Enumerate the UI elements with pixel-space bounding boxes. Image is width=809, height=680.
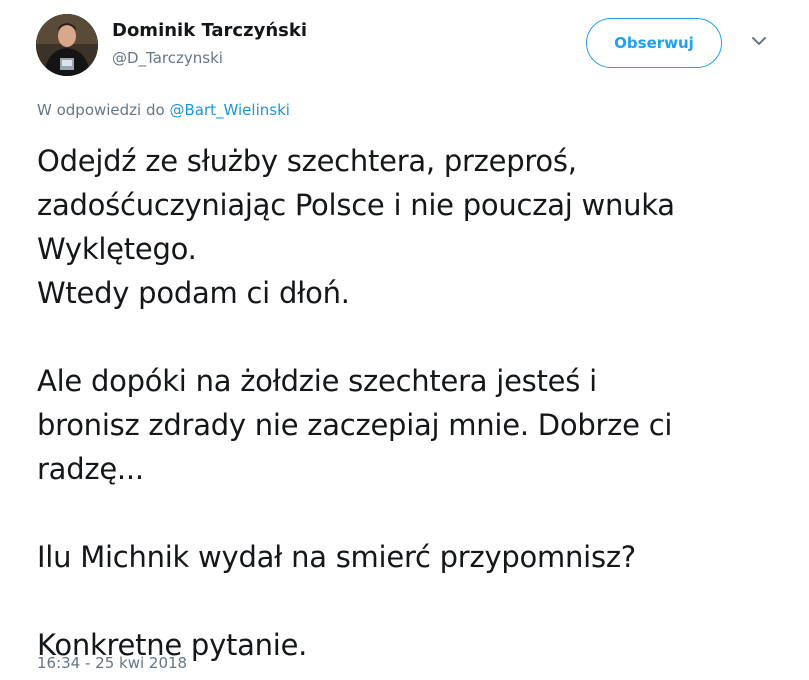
avatar-photo	[36, 14, 98, 76]
tweet-line: radzę...	[37, 452, 144, 486]
tweet-line: Ilu Michnik wydał na smierć przypomnisz?	[37, 540, 636, 574]
tweet-text: Odejdź ze służby szechtera, przeproś, za…	[37, 139, 777, 667]
follow-button[interactable]: Obserwuj	[586, 18, 722, 68]
tweet-card: Dominik Tarczyński @D_Tarczynski Obserwu…	[0, 0, 809, 680]
tweet-line: Wyklętego.	[37, 232, 197, 266]
tweet-line: Odejdź ze służby szechtera, przeproś,	[37, 144, 577, 178]
tweet-line: bronisz zdrady nie zaczepiaj mnie. Dobrz…	[37, 408, 673, 442]
reply-mention-link[interactable]: @Bart_Wielinski	[169, 101, 289, 119]
tweet-line: Wtedy podam ci dłoń.	[37, 276, 350, 310]
tweet-line: zadośćuczyniając Polsce i nie pouczaj wn…	[37, 188, 675, 222]
tweet-timestamp[interactable]: 16:34 - 25 kwi 2018	[37, 654, 187, 672]
avatar[interactable]	[36, 14, 98, 76]
reply-context-prefix: W odpowiedzi do	[37, 101, 165, 119]
author-handle[interactable]: @D_Tarczynski	[112, 49, 223, 67]
tweet-line: Ale dopóki na żołdzie szechtera jesteś i	[37, 364, 597, 398]
chevron-down-icon[interactable]	[748, 30, 770, 52]
reply-context: W odpowiedzi do @Bart_Wielinski	[37, 101, 290, 119]
author-display-name[interactable]: Dominik Tarczyński	[112, 20, 307, 41]
